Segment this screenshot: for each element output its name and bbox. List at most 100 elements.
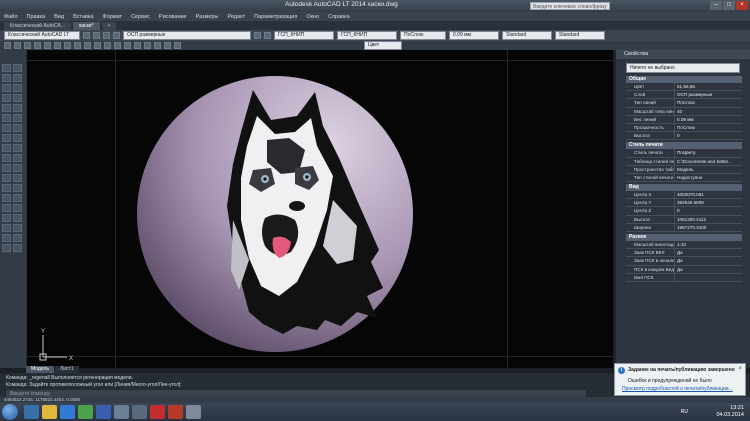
chrome-icon[interactable] bbox=[60, 405, 75, 419]
lineweight-select[interactable]: 0.09 мм bbox=[449, 31, 499, 40]
join-tool-icon[interactable] bbox=[13, 184, 22, 192]
property-row[interactable]: Вес линий 0.09 мм bbox=[626, 115, 742, 124]
layer-properties-icon[interactable] bbox=[93, 32, 100, 39]
property-row[interactable]: Слой ОСП размерные bbox=[626, 91, 742, 100]
layer-prev-icon[interactable] bbox=[254, 32, 261, 39]
sun-icon[interactable] bbox=[103, 32, 110, 39]
mtext-tool-icon[interactable] bbox=[2, 244, 11, 252]
trim-tool-icon[interactable] bbox=[13, 154, 22, 162]
autocad-icon[interactable] bbox=[168, 405, 183, 419]
menu-window[interactable]: Окно bbox=[306, 14, 319, 20]
menu-parametric[interactable]: Параметризация bbox=[254, 14, 297, 20]
mirror-tool-icon[interactable] bbox=[13, 84, 22, 92]
pan-icon[interactable] bbox=[64, 42, 71, 49]
match-properties-icon[interactable] bbox=[174, 42, 181, 49]
help-icon[interactable] bbox=[164, 42, 171, 49]
menu-draw[interactable]: Рисование bbox=[159, 14, 187, 20]
explorer-icon[interactable] bbox=[24, 405, 39, 419]
layer-make-current-icon[interactable] bbox=[264, 32, 271, 39]
region-tool-icon[interactable] bbox=[2, 224, 11, 232]
property-row[interactable]: Имя ПСК bbox=[626, 273, 742, 282]
search-input[interactable]: Введите ключевое слово/фразу bbox=[530, 2, 610, 10]
bylayer-select[interactable]: ПоСлою bbox=[400, 31, 446, 40]
menu-help[interactable]: Справка bbox=[328, 14, 350, 20]
word-icon[interactable] bbox=[96, 405, 111, 419]
stretch-tool-icon[interactable] bbox=[13, 144, 22, 152]
folder-icon[interactable] bbox=[42, 405, 57, 419]
line-tool-icon[interactable] bbox=[2, 64, 11, 72]
section-general[interactable]: Общие bbox=[626, 76, 742, 83]
layer-state-select[interactable]: ГСП_КНИП bbox=[274, 31, 334, 40]
tab-new[interactable]: + bbox=[101, 22, 117, 30]
break-tool-icon[interactable] bbox=[13, 174, 22, 182]
open-file-icon[interactable] bbox=[14, 42, 21, 49]
undo-icon[interactable] bbox=[44, 42, 51, 49]
circle-tool-icon[interactable] bbox=[2, 124, 11, 132]
make-block-tool-icon[interactable] bbox=[2, 184, 11, 192]
settings-icon[interactable] bbox=[132, 405, 147, 419]
ellipse-arc-tool-icon[interactable] bbox=[2, 164, 11, 172]
rectangle-tool-icon[interactable] bbox=[2, 104, 11, 112]
windows-start-icon[interactable] bbox=[2, 404, 18, 420]
workspace-select[interactable]: Классический AutoCAD LT bbox=[4, 31, 80, 40]
polygon-tool-icon[interactable] bbox=[2, 94, 11, 102]
tab-drawing[interactable]: хаски* bbox=[72, 22, 100, 30]
chamfer-tool-icon[interactable] bbox=[13, 194, 22, 202]
properties-icon[interactable] bbox=[104, 42, 111, 49]
property-row[interactable]: Знак ПСК в начале коорд.Да bbox=[626, 257, 742, 266]
print-icon[interactable] bbox=[34, 42, 41, 49]
copy-tool-icon[interactable] bbox=[13, 74, 22, 82]
property-row[interactable]: Тип линий ПоСлою bbox=[626, 99, 742, 108]
property-row[interactable]: Тип стилей печати Недоступно bbox=[626, 173, 742, 183]
menu-edit[interactable]: Правка bbox=[27, 14, 46, 20]
explode-tool-icon[interactable] bbox=[13, 214, 22, 222]
erase-tool-icon[interactable] bbox=[13, 64, 22, 72]
menu-dimension[interactable]: Размеры bbox=[196, 14, 219, 20]
sheet-set-icon[interactable] bbox=[134, 42, 141, 49]
color-select[interactable]: Цвет bbox=[364, 41, 402, 50]
section-view[interactable]: Вид bbox=[626, 184, 742, 192]
drawing-canvas[interactable]: Y X bbox=[26, 50, 613, 368]
gear-icon[interactable] bbox=[83, 32, 90, 39]
zoom-window-icon[interactable] bbox=[84, 42, 91, 49]
close-button[interactable]: × bbox=[736, 1, 748, 10]
design-center-icon[interactable] bbox=[114, 42, 121, 49]
property-row[interactable]: Масштаб типа линий 40 bbox=[626, 107, 742, 116]
notification-details-link[interactable]: Просмотр подробностей о печати/публикаци… bbox=[622, 386, 733, 392]
scale-tool-icon[interactable] bbox=[13, 134, 22, 142]
dim-aligned-tool-icon[interactable] bbox=[13, 234, 22, 242]
zoom-prev-icon[interactable] bbox=[94, 42, 101, 49]
property-row[interactable]: Таблица стилей печатиC:\Documents and Se… bbox=[626, 157, 742, 166]
property-row[interactable]: Стиль печати ПоЦвету bbox=[626, 149, 742, 158]
lock-icon[interactable] bbox=[113, 32, 120, 39]
property-row[interactable]: Высота 1051300.4112 bbox=[626, 215, 742, 224]
point-tool-icon[interactable] bbox=[2, 194, 11, 202]
revcloud-tool-icon[interactable] bbox=[2, 134, 11, 142]
tab-model[interactable]: Модель bbox=[26, 366, 54, 373]
section-plot-style[interactable]: Стиль печати bbox=[626, 142, 742, 150]
table-tool-icon[interactable] bbox=[2, 234, 11, 242]
insert-block-tool-icon[interactable] bbox=[2, 174, 11, 182]
save-icon[interactable] bbox=[24, 42, 31, 49]
layer-select[interactable]: ОСП размерные bbox=[123, 31, 251, 40]
text-style-select[interactable]: Standard bbox=[502, 31, 552, 40]
tab-workspace[interactable]: Классический AutoCA... bbox=[4, 22, 71, 30]
utility-icon[interactable] bbox=[78, 405, 93, 419]
minimize-button[interactable]: – bbox=[710, 1, 722, 10]
linetype-select[interactable]: ГСП_КНИП bbox=[337, 31, 397, 40]
language-indicator[interactable]: RU bbox=[681, 409, 688, 415]
calculator-icon[interactable] bbox=[154, 42, 161, 49]
polyline-tool-icon[interactable] bbox=[2, 84, 11, 92]
spline-tool-icon[interactable] bbox=[2, 144, 11, 152]
hatch-tool-icon[interactable] bbox=[2, 204, 11, 212]
close-icon[interactable]: × bbox=[738, 366, 742, 372]
menu-tools[interactable]: Сервис bbox=[131, 14, 150, 20]
property-row[interactable]: ПСК в каждом ВидовомДа bbox=[626, 265, 742, 274]
markup-icon[interactable] bbox=[144, 42, 151, 49]
array-tool-icon[interactable] bbox=[13, 104, 22, 112]
fillet-tool-icon[interactable] bbox=[13, 204, 22, 212]
menu-file[interactable]: Файл bbox=[4, 14, 18, 20]
gradient-tool-icon[interactable] bbox=[2, 214, 11, 222]
property-row[interactable]: Знак ПСК ВКЛ Да bbox=[626, 249, 742, 258]
ellipse-tool-icon[interactable] bbox=[2, 154, 11, 162]
